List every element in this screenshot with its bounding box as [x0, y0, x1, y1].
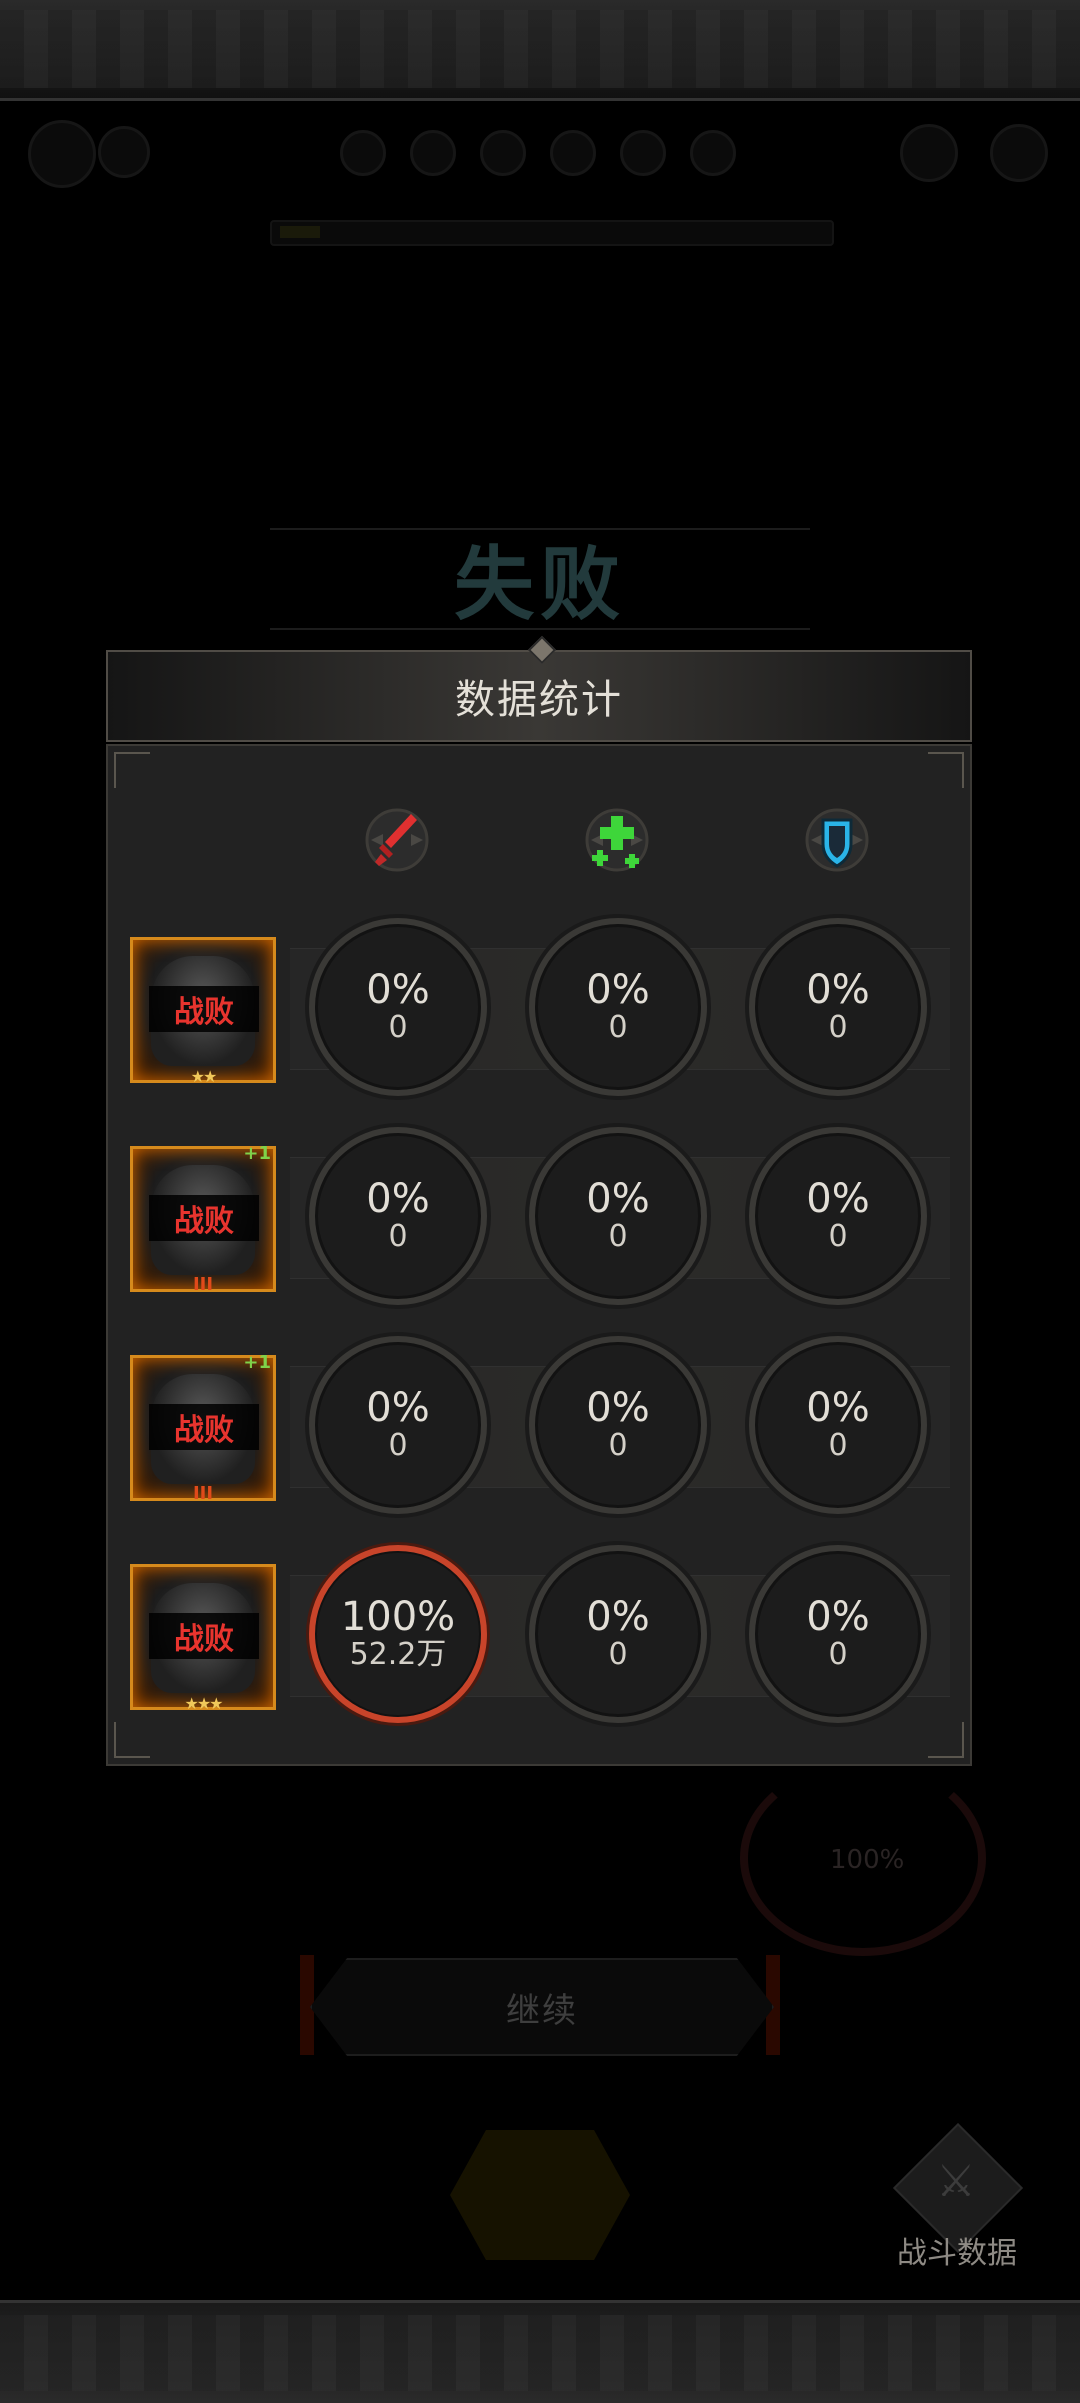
defeat-label: 战败: [149, 1613, 259, 1659]
dim-hud-icon: [410, 130, 456, 176]
heal-stat: 0% 0: [529, 1545, 707, 1723]
top-decorative-band: [0, 0, 1080, 101]
battle-stats-label: 战斗数据: [897, 2236, 1017, 2271]
tank-stat: 0% 0: [749, 1336, 927, 1514]
continue-label: 继续: [506, 1990, 578, 2031]
panel-corner-ornament: [928, 1722, 964, 1758]
stat-percent: 0%: [806, 967, 870, 1013]
heal-stat: 0% 0: [529, 1336, 707, 1514]
result-title: 失败: [454, 538, 626, 631]
blue-shield-icon: [797, 800, 877, 880]
stat-percent: 0%: [366, 967, 430, 1013]
hero-stars: ★★★: [184, 1694, 223, 1713]
defeat-label: 战败: [149, 1195, 259, 1241]
dim-hud-icon: [620, 130, 666, 176]
dim-hud-icon: [900, 124, 958, 182]
stat-percent: 0%: [806, 1176, 870, 1222]
panel-corner-ornament: [928, 752, 964, 788]
stat-value: 0: [388, 1219, 408, 1254]
damage-stat: 0% 0: [309, 1127, 487, 1305]
stat-percent: 0%: [586, 967, 650, 1013]
stat-percent: 0%: [586, 1385, 650, 1431]
defeat-label: 战败: [149, 1404, 259, 1450]
hero-level-badge: +1: [243, 1352, 271, 1373]
heal-stat: 0% 0: [529, 1127, 707, 1305]
green-plus-icon: [577, 800, 657, 880]
hero-portrait[interactable]: 战败 ★★: [130, 937, 276, 1086]
hero-portrait[interactable]: 战败 ★★★: [130, 1564, 276, 1713]
dimmed-badge: [450, 2130, 630, 2260]
dim-hud-icon: [550, 130, 596, 176]
hero-portrait[interactable]: +1 战败 III: [130, 1143, 276, 1295]
stat-value: 0: [608, 1428, 628, 1463]
hero-level-badge: +1: [243, 1143, 271, 1164]
damage-stat: 0% 0: [309, 1336, 487, 1514]
band-pattern: [0, 2315, 1080, 2391]
stat-value: 52.2万: [349, 1637, 447, 1672]
band-pattern: [0, 10, 1080, 88]
hero-stars: ★★: [190, 1067, 218, 1086]
panel-corner-ornament: [114, 1722, 150, 1758]
panel-corner-ornament: [114, 752, 150, 788]
dim-hud-icon: [340, 130, 386, 176]
stat-percent: 0%: [806, 1385, 870, 1431]
stat-value: 0: [828, 1637, 848, 1672]
header-gem-ornament: [527, 635, 557, 665]
hero-portrait[interactable]: +1 战败 III: [130, 1352, 276, 1504]
stat-value: 0: [388, 1428, 408, 1463]
continue-button[interactable]: 继续: [310, 1958, 774, 2056]
dim-hud-icon: [690, 130, 736, 176]
dimmed-ring-text: 100%: [830, 1845, 905, 1875]
dimmed-progress-bar: [270, 220, 834, 246]
heal-stat: 0% 0: [529, 918, 707, 1096]
stat-value: 0: [828, 1428, 848, 1463]
bottom-decorative-band: [0, 2300, 1080, 2403]
red-sword-icon: [357, 800, 437, 880]
stat-value: 0: [828, 1219, 848, 1254]
stats-panel-header: 数据统计: [106, 635, 972, 742]
hero-rank: III: [192, 1483, 214, 1504]
tank-stat: 0% 0: [749, 1545, 927, 1723]
stat-value: 0: [608, 1219, 628, 1254]
stat-percent: 0%: [366, 1385, 430, 1431]
stats-panel-title: 数据统计: [455, 677, 623, 723]
defeat-label: 战败: [149, 986, 259, 1032]
dim-hud-icon: [990, 124, 1048, 182]
dimmed-hud: [0, 110, 1080, 220]
title-divider-bottom: [270, 628, 810, 630]
damage-stat: 100% 52.2万: [309, 1545, 487, 1723]
sword-emblem-icon: ⚔: [936, 2156, 976, 2207]
hero-rank: III: [192, 1274, 214, 1295]
damage-stat: 0% 0: [309, 918, 487, 1096]
stat-value: 0: [608, 1010, 628, 1045]
stat-percent: 100%: [340, 1594, 456, 1640]
stat-value: 0: [388, 1010, 408, 1045]
battle-stats-button[interactable]: ⚔ 战斗数据: [892, 2122, 1024, 2271]
dim-hud-icon: [480, 130, 526, 176]
dim-hud-icon: [98, 126, 150, 178]
dim-hud-icon: [28, 120, 96, 188]
tank-stat: 0% 0: [749, 1127, 927, 1305]
stat-percent: 0%: [806, 1594, 870, 1640]
stat-percent: 0%: [586, 1176, 650, 1222]
tank-stat: 0% 0: [749, 918, 927, 1096]
stat-percent: 0%: [366, 1176, 430, 1222]
stat-value: 0: [608, 1637, 628, 1672]
stat-value: 0: [828, 1010, 848, 1045]
stat-percent: 0%: [586, 1594, 650, 1640]
